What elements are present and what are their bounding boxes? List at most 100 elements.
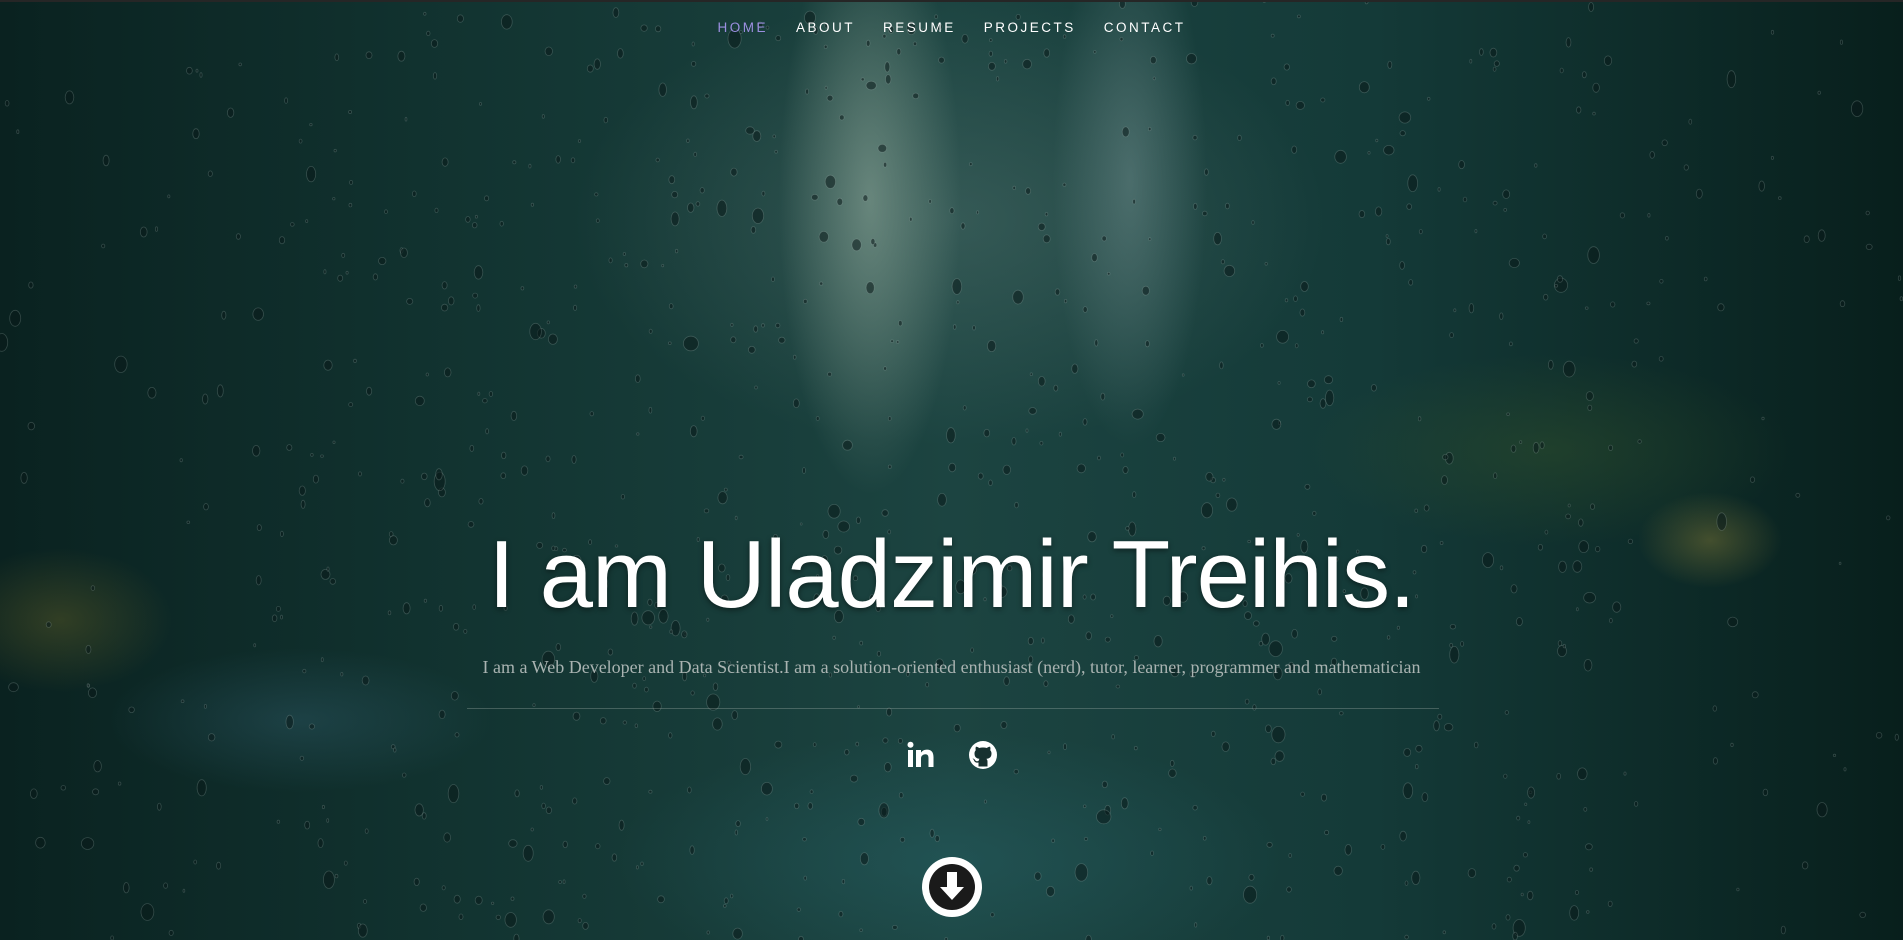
raindrop [1104, 636, 1111, 643]
raindrop [542, 909, 555, 925]
raindrop [1559, 67, 1564, 74]
raindrop [1565, 513, 1571, 520]
raindrop [934, 835, 940, 843]
raindrop [883, 162, 888, 168]
raindrop [775, 35, 782, 42]
raindrop [962, 405, 967, 411]
raindrop [348, 402, 354, 408]
raindrop [735, 820, 741, 827]
raindrop [1770, 155, 1774, 160]
raindrops-overlay [0, 0, 1903, 940]
raindrop [348, 110, 353, 115]
raindrop [1225, 202, 1230, 210]
raindrop [734, 829, 738, 836]
raindrop [886, 707, 893, 717]
raindrop [589, 411, 594, 417]
raindrop [648, 328, 653, 334]
nav-resume[interactable]: Resume [869, 20, 970, 36]
raindrop [617, 48, 624, 59]
raindrop [196, 779, 207, 797]
raindrop [530, 827, 534, 832]
raindrop [1567, 503, 1571, 508]
raindrop [312, 474, 319, 484]
linkedin-link[interactable] [904, 738, 938, 772]
raindrop [1324, 375, 1334, 385]
raindrop [1181, 373, 1185, 377]
raindrop [1526, 890, 1534, 901]
raindrop [989, 38, 993, 42]
raindrop [652, 700, 662, 712]
raindrop [1334, 149, 1347, 164]
raindrop [92, 788, 100, 796]
raindrop [400, 478, 405, 484]
raindrop [1543, 293, 1549, 301]
raindrop [1417, 416, 1422, 422]
raindrop [1312, 510, 1317, 516]
raindrop [1899, 296, 1903, 302]
raindrop [866, 39, 871, 47]
raindrop [1404, 934, 1409, 940]
raindrop [1762, 788, 1769, 797]
raindrop [912, 41, 918, 46]
raindrop [717, 491, 728, 505]
nav-home[interactable]: Home [703, 20, 782, 36]
raindrop [1097, 455, 1101, 461]
raindrop [1046, 886, 1056, 897]
raindrop [738, 454, 744, 460]
raindrop [545, 455, 551, 463]
raindrop [1260, 343, 1264, 348]
raindrop [64, 90, 75, 105]
raindrop [454, 732, 460, 738]
raindrop [1587, 246, 1600, 264]
raindrop [147, 386, 157, 399]
raindrop [898, 792, 904, 799]
raindrop [772, 134, 776, 139]
raindrop [1758, 180, 1765, 192]
github-link[interactable] [966, 738, 1000, 772]
raindrop [667, 341, 672, 345]
raindrop [815, 416, 820, 421]
raindrop [1839, 300, 1846, 308]
raindrop [298, 138, 303, 144]
raindrop [192, 128, 200, 140]
raindrop [1085, 631, 1092, 641]
raindrop [406, 297, 414, 305]
raindrop [995, 76, 1000, 82]
raindrop [286, 444, 293, 451]
raindrop [1661, 139, 1668, 147]
raindrop [951, 278, 963, 295]
raindrop [110, 935, 114, 940]
raindrop [1659, 278, 1664, 284]
raindrop [1039, 441, 1044, 446]
raindrop [1554, 283, 1559, 288]
raindrop [732, 927, 743, 940]
scroll-down-button[interactable] [922, 857, 982, 917]
raindrop [1527, 820, 1531, 824]
raindrop [734, 515, 738, 521]
raindrop [690, 61, 697, 67]
raindrop [1589, 867, 1593, 872]
raindrop [343, 860, 348, 866]
raindrop [722, 904, 727, 908]
raindrop [857, 817, 866, 826]
nav-about[interactable]: About [782, 20, 869, 36]
raindrop [321, 804, 325, 810]
raindrop [925, 682, 930, 688]
raindrop [9, 309, 22, 327]
raindrop [1375, 206, 1383, 217]
raindrop [819, 281, 824, 286]
nav-contact[interactable]: Contact [1090, 20, 1200, 36]
raindrop [1592, 111, 1596, 116]
raindrop [1532, 441, 1540, 454]
raindrop [1319, 398, 1327, 409]
nav-projects[interactable]: Projects [970, 20, 1090, 36]
raindrop [670, 211, 680, 227]
raindrop [1502, 189, 1511, 199]
raindrop [421, 472, 428, 481]
raindrop [1608, 444, 1613, 451]
raindrop [1801, 861, 1809, 870]
raindrop [887, 416, 892, 422]
raindrop [474, 214, 478, 219]
raindrop [320, 454, 324, 458]
raindrop [562, 840, 568, 849]
